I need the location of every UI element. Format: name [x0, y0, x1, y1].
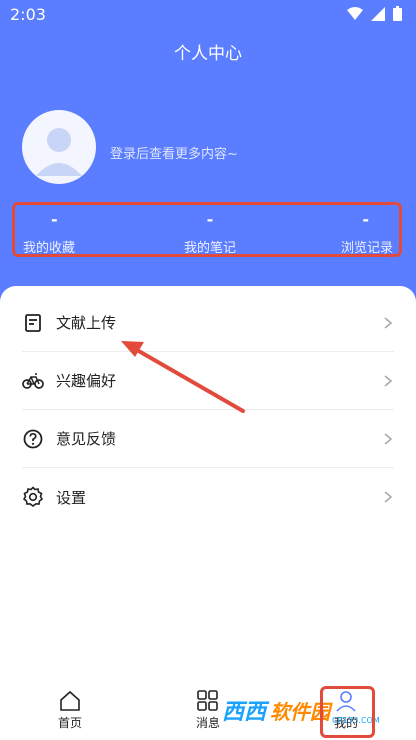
tab-label: 首页 — [57, 716, 82, 730]
chevron-right-icon — [384, 374, 393, 387]
stat-value: - — [51, 210, 58, 229]
grid-icon — [197, 690, 218, 711]
wifi-icon — [347, 6, 363, 20]
status-icons — [347, 6, 402, 21]
watermark-brand: 西西 — [222, 700, 267, 725]
menu-item-label: 文献上传 — [56, 314, 117, 332]
menu-item-label: 设置 — [56, 488, 87, 507]
gear-icon — [22, 486, 44, 508]
stat-history[interactable]: - 浏览记录 — [340, 210, 393, 257]
annotation-highlight — [320, 686, 375, 738]
menu-item-feedback[interactable]: 意见反馈 — [22, 410, 394, 468]
page-title: 个人中心 — [174, 44, 242, 64]
document-icon — [22, 312, 44, 334]
chevron-right-icon — [384, 316, 393, 329]
signal-icon — [371, 6, 385, 21]
login-hint[interactable]: 登录后查看更多内容~ — [110, 143, 238, 162]
menu-item-upload[interactable]: 文献上传 — [22, 294, 394, 352]
home-icon — [60, 690, 80, 711]
tab-home[interactable]: 首页 — [52, 690, 88, 731]
status-time: 2:03 — [10, 5, 46, 24]
menu-item-settings[interactable]: 设置 — [22, 468, 394, 526]
stat-value: - — [206, 210, 214, 229]
bicycle-icon — [22, 370, 44, 392]
status-bar: 2:03 — [0, 0, 416, 30]
chevron-right-icon — [384, 491, 393, 503]
stat-favorites[interactable]: - 我的收藏 — [23, 210, 76, 257]
stat-notes[interactable]: - 我的笔记 — [180, 210, 240, 257]
stat-label: 浏览记录 — [340, 241, 393, 256]
menu-item-label: 兴趣偏好 — [56, 372, 117, 390]
battery-icon — [393, 6, 402, 21]
stats-row: - 我的收藏 - 我的笔记 - 浏览记录 — [12, 202, 402, 257]
tab-label: 消息 — [195, 716, 220, 730]
stat-label: 我的收藏 — [23, 241, 76, 256]
stat-value: - — [362, 210, 369, 229]
question-icon — [22, 428, 44, 450]
user-avatar-icon — [36, 128, 82, 176]
menu-item-label: 意见反馈 — [56, 430, 117, 448]
chevron-right-icon — [384, 432, 393, 445]
avatar[interactable] — [22, 110, 96, 184]
stat-label: 我的笔记 — [183, 241, 236, 256]
menu-item-interests[interactable]: 兴趣偏好 — [22, 352, 394, 410]
